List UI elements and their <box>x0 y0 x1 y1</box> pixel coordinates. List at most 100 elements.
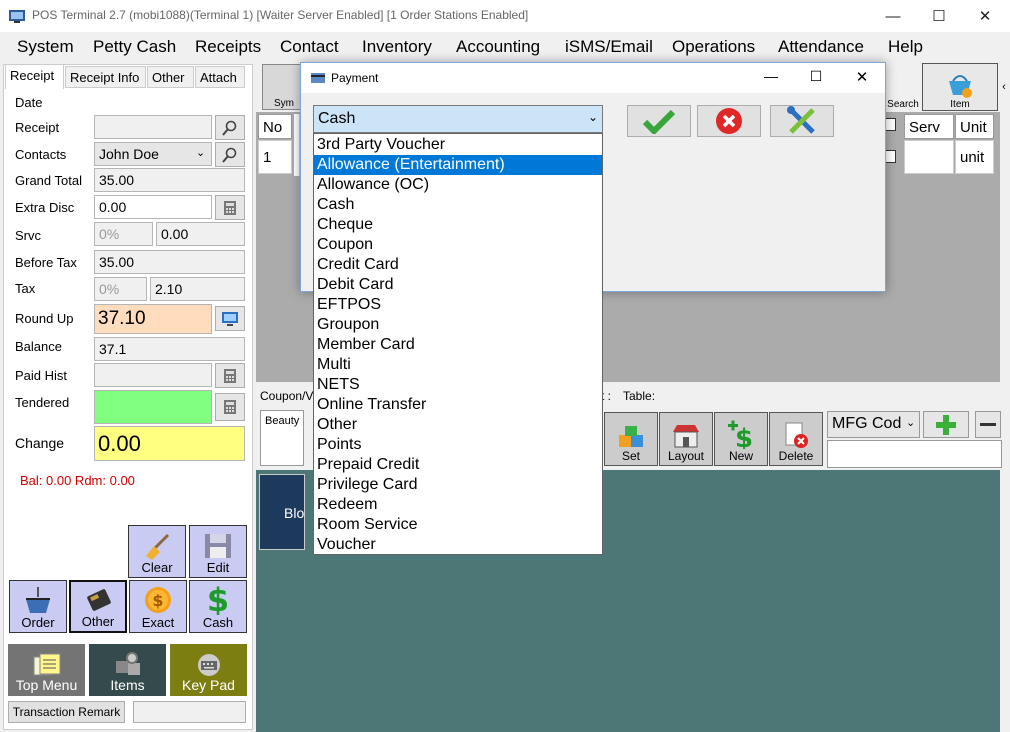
menu-operations[interactable]: Operations <box>672 37 755 57</box>
before-tax-field: 35.00 <box>94 250 245 274</box>
menu-petty-cash[interactable]: Petty Cash <box>93 37 176 57</box>
option-other[interactable]: Other <box>314 415 602 435</box>
extra-disc-input[interactable]: 0.00 <box>94 195 212 219</box>
dialog-close-icon[interactable]: ✕ <box>847 68 877 88</box>
tendered-calculator-button[interactable] <box>215 393 245 421</box>
add-button[interactable] <box>923 411 969 438</box>
tab-receipt[interactable]: Receipt <box>5 64 64 89</box>
cell-serv[interactable] <box>904 140 954 174</box>
option-room-service[interactable]: Room Service <box>314 515 602 535</box>
tab-attach[interactable]: Attach <box>195 66 245 88</box>
cell-unit[interactable]: unit <box>955 140 994 174</box>
items-button[interactable]: Items <box>89 644 166 696</box>
option-prepaid-credit[interactable]: Prepaid Credit <box>314 455 602 475</box>
menu-inventory[interactable]: Inventory <box>362 37 432 57</box>
floppy-disk-icon <box>205 534 231 558</box>
round-up-display-button[interactable] <box>215 306 245 331</box>
mfg-code-input[interactable] <box>827 440 1002 468</box>
contacts-search-button[interactable] <box>215 142 245 167</box>
search-label: Search <box>887 99 919 110</box>
delete-document-icon <box>785 422 808 448</box>
cancel-button[interactable] <box>697 105 761 137</box>
menu-isms-email[interactable]: iSMS/Email <box>565 37 653 57</box>
window-title: POS Terminal 2.7 (mobi1088)(Terminal 1) … <box>32 8 529 22</box>
calculator-icon <box>224 368 236 383</box>
option-debit-card[interactable]: Debit Card <box>314 275 602 295</box>
top-menu-button[interactable]: Top Menu <box>8 644 85 696</box>
option-3rd-party-voucher[interactable]: 3rd Party Voucher <box>314 135 602 155</box>
category-beauty[interactable]: Beauty Sa <box>260 410 304 466</box>
new-button[interactable]: $ New <box>714 412 768 466</box>
set-label: Set <box>621 449 640 463</box>
menu-contact[interactable]: Contact <box>280 37 339 57</box>
option-multi[interactable]: Multi <box>314 355 602 375</box>
other-button[interactable]: Other <box>69 580 127 633</box>
receipt-search-button[interactable] <box>215 115 245 140</box>
option-redeem[interactable]: Redeem <box>314 495 602 515</box>
option-points[interactable]: Points <box>314 435 602 455</box>
option-member-card[interactable]: Member Card <box>314 335 602 355</box>
new-label: New <box>728 449 753 463</box>
search-button[interactable]: Search <box>886 64 920 110</box>
transaction-remark-button[interactable]: Transaction Remark <box>8 701 125 723</box>
key-pad-button[interactable]: Key Pad <box>170 644 247 696</box>
option-coupon[interactable]: Coupon <box>314 235 602 255</box>
contacts-select[interactable]: John Doe <box>94 142 212 166</box>
dialog-minimize-icon[interactable]: — <box>756 68 786 88</box>
option-privilege-card[interactable]: Privilege Card <box>314 475 602 495</box>
option-credit-card[interactable]: Credit Card <box>314 255 602 275</box>
option-groupon[interactable]: Groupon <box>314 315 602 335</box>
settings-tools-button[interactable] <box>770 105 834 137</box>
chevron-left-icon[interactable]: ‹ <box>999 64 1009 110</box>
srvc-value-field: 0.00 <box>156 222 245 246</box>
transaction-remark-field[interactable] <box>133 701 246 723</box>
srvc-label: Srvc <box>15 228 41 243</box>
cell-no[interactable]: 1 <box>258 140 292 174</box>
option-allowance-oc[interactable]: Allowance (OC) <box>314 175 602 195</box>
cash-button[interactable]: $ Cash <box>189 580 247 633</box>
option-online-transfer[interactable]: Online Transfer <box>314 395 602 415</box>
item-button[interactable]: Item <box>922 63 998 111</box>
option-cash[interactable]: Cash <box>314 195 602 215</box>
order-button[interactable]: Order <box>9 580 67 633</box>
menu-attendance[interactable]: Attendance <box>778 37 864 57</box>
clear-button[interactable]: Clear <box>128 525 186 578</box>
tab-receipt-info[interactable]: Receipt Info <box>65 66 146 88</box>
receipt-field[interactable] <box>94 115 212 139</box>
item-tile-blow[interactable]: Blow <box>259 474 305 550</box>
menu-bar: System Petty Cash Receipts Contact Inven… <box>0 32 1010 62</box>
delete-button[interactable]: Delete <box>769 412 823 466</box>
minimize-icon[interactable]: — <box>870 0 916 32</box>
menu-system[interactable]: System <box>17 37 74 57</box>
svg-text:$: $ <box>735 424 753 449</box>
maximize-icon[interactable]: ☐ <box>916 0 962 32</box>
before-tax-label: Before Tax <box>15 255 77 270</box>
option-allowance-entertainment[interactable]: Allowance (Entertainment) <box>314 155 602 175</box>
sym-label: Sym <box>274 98 294 109</box>
close-icon[interactable]: ✕ <box>962 0 1008 32</box>
set-button[interactable]: Set <box>604 412 658 466</box>
edit-button[interactable]: Edit <box>189 525 247 578</box>
option-cheque[interactable]: Cheque <box>314 215 602 235</box>
confirm-button[interactable] <box>627 105 691 137</box>
change-label: Change <box>15 435 65 451</box>
exact-button[interactable]: $ Exact <box>129 580 187 633</box>
col-header-no[interactable]: No <box>258 114 292 139</box>
plus-icon <box>936 414 956 435</box>
col-header-unit[interactable]: Unit <box>955 114 994 139</box>
tendered-input[interactable] <box>94 390 212 424</box>
payment-method-select[interactable]: Cash <box>313 105 603 133</box>
layout-button[interactable]: Layout <box>659 412 713 466</box>
option-voucher[interactable]: Voucher <box>314 535 602 555</box>
paid-hist-calculator-button[interactable] <box>215 363 245 388</box>
menu-help[interactable]: Help <box>888 37 923 57</box>
col-header-serv[interactable]: Serv <box>904 114 954 139</box>
tab-other[interactable]: Other <box>147 66 194 88</box>
remove-button[interactable] <box>975 411 1001 438</box>
menu-receipts[interactable]: Receipts <box>195 37 261 57</box>
option-nets[interactable]: NETS <box>314 375 602 395</box>
option-eftpos[interactable]: EFTPOS <box>314 295 602 315</box>
menu-accounting[interactable]: Accounting <box>456 37 540 57</box>
extra-disc-calculator-button[interactable] <box>215 195 245 220</box>
dialog-maximize-icon[interactable]: ☐ <box>801 68 831 88</box>
